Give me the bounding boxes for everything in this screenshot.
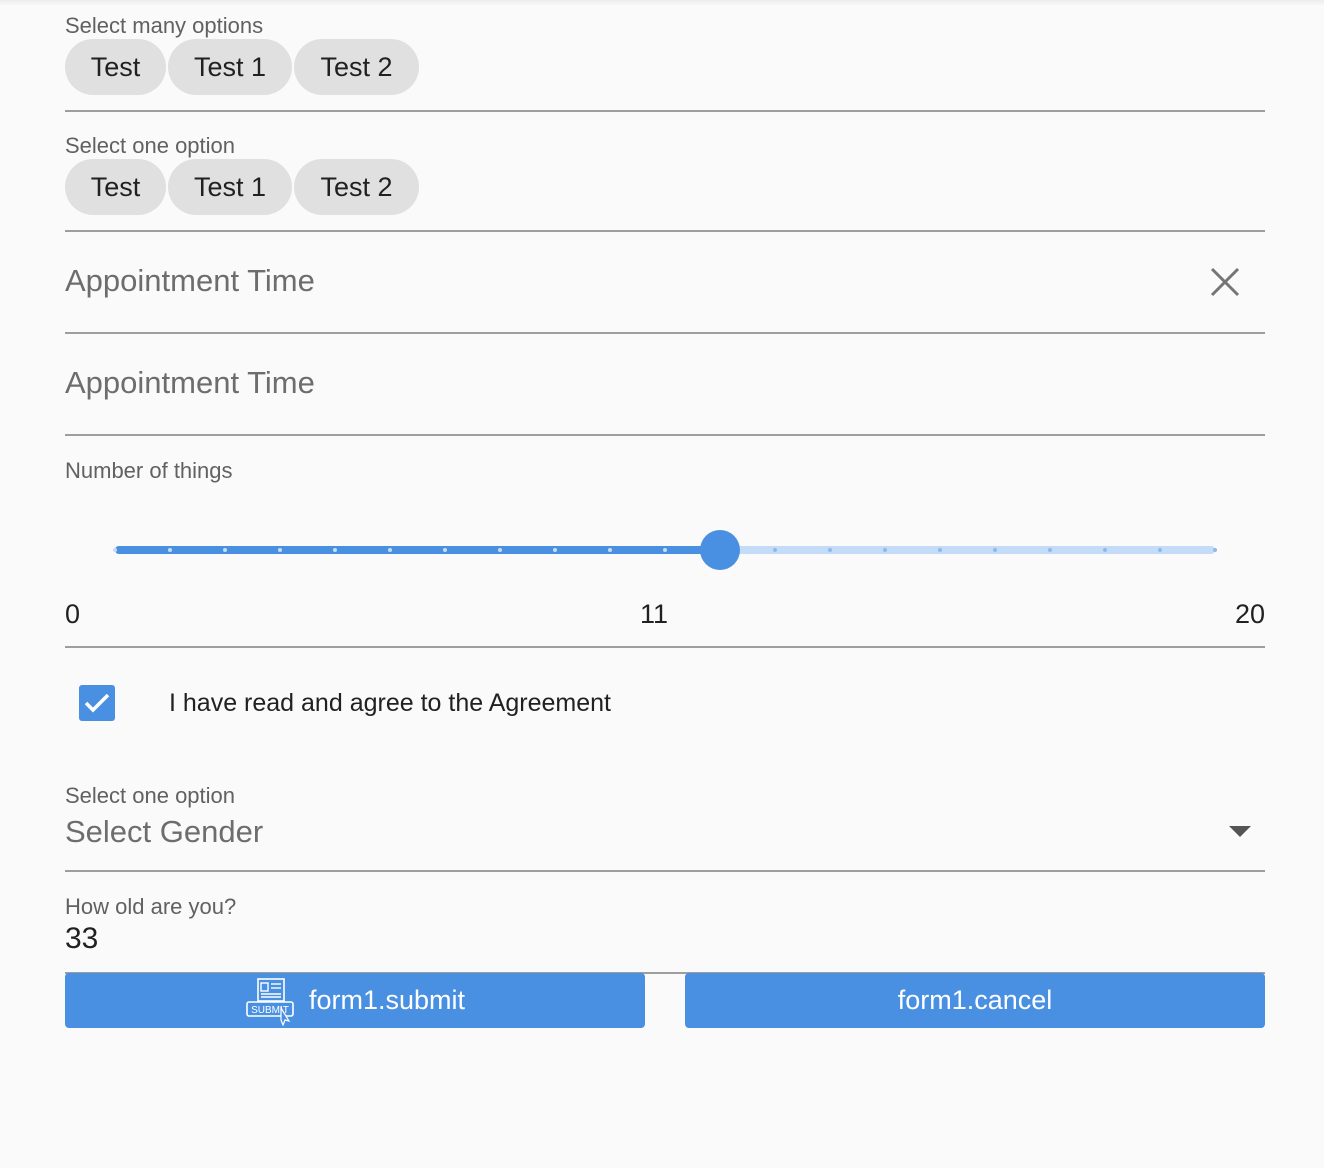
submit-label: form1.submit bbox=[308, 985, 466, 1015]
multi-select-chips: Test Test 1 Test 2 bbox=[65, 39, 419, 95]
number-slider[interactable] bbox=[113, 530, 1217, 570]
slider-tick bbox=[1158, 548, 1162, 552]
slider-tick bbox=[883, 548, 887, 552]
slider-tick bbox=[388, 548, 392, 552]
age-label: How old are you? bbox=[65, 894, 237, 919]
single-select-field: Select one option Test Test 1 Test 2 bbox=[65, 112, 1265, 232]
slider-tick bbox=[938, 548, 942, 552]
multi-select-label: Select many options bbox=[65, 13, 264, 38]
agreement-row: I have read and agree to the Agreement bbox=[65, 648, 1265, 758]
appointment-time-label-1: Appointment Time bbox=[65, 263, 315, 298]
slider-tick bbox=[828, 548, 832, 552]
slider-tick bbox=[1048, 548, 1052, 552]
cancel-label: form1.cancel bbox=[897, 985, 1053, 1015]
multi-chip-test-2[interactable]: Test 2 bbox=[294, 39, 419, 95]
slider-thumb[interactable] bbox=[700, 530, 740, 570]
cancel-button[interactable]: form1.cancel bbox=[685, 973, 1265, 1028]
appointment-time-field-2[interactable]: Appointment Time bbox=[65, 334, 1265, 436]
submit-button[interactable]: SUBMIT form1.submit bbox=[65, 973, 645, 1028]
slider-tick bbox=[443, 548, 447, 552]
slider-value-label: 11 bbox=[640, 599, 669, 629]
multi-chip-test-1[interactable]: Test 1 bbox=[168, 39, 292, 95]
single-chip-test-1[interactable]: Test 1 bbox=[168, 159, 292, 215]
checkmark-icon bbox=[84, 693, 110, 713]
gender-dropdown[interactable]: Select one option Select Gender bbox=[65, 758, 1265, 872]
single-select-label: Select one option bbox=[65, 133, 236, 158]
dropdown-arrow-icon[interactable] bbox=[1229, 826, 1251, 837]
slider-tick bbox=[333, 548, 337, 552]
slider-tick bbox=[278, 548, 282, 552]
slider-tick bbox=[773, 548, 777, 552]
slider-tick bbox=[498, 548, 502, 552]
submit-form-icon: SUBMIT bbox=[246, 977, 294, 1026]
slider-tick bbox=[1213, 548, 1217, 552]
multi-chip-test[interactable]: Test bbox=[65, 39, 166, 95]
agreement-checkbox[interactable] bbox=[79, 685, 115, 721]
slider-tick bbox=[663, 548, 667, 552]
slider-min-label: 0 bbox=[65, 599, 81, 629]
age-input[interactable]: 33 bbox=[65, 922, 98, 956]
single-select-chips: Test Test 1 Test 2 bbox=[65, 159, 419, 215]
agreement-label: I have read and agree to the Agreement bbox=[169, 689, 611, 717]
close-icon[interactable] bbox=[1205, 262, 1245, 302]
multi-select-field: Select many options Test Test 1 Test 2 bbox=[65, 0, 1265, 112]
gender-label: Select one option bbox=[65, 783, 236, 808]
slider-max-label: 20 bbox=[1234, 599, 1265, 629]
age-field[interactable]: How old are you? 33 bbox=[65, 872, 1265, 974]
slider-tick bbox=[553, 548, 557, 552]
slider-tick bbox=[993, 548, 997, 552]
slider-tick bbox=[1103, 548, 1107, 552]
slider-active-track bbox=[115, 546, 720, 554]
appointment-time-field-1[interactable]: Appointment Time bbox=[65, 232, 1265, 334]
gender-value: Select Gender bbox=[65, 814, 264, 849]
slider-field: Number of things 0 11 20 bbox=[65, 436, 1265, 648]
slider-tick bbox=[223, 548, 227, 552]
slider-tick bbox=[608, 548, 612, 552]
slider-label: Number of things bbox=[65, 458, 233, 483]
slider-tick bbox=[113, 548, 117, 552]
single-chip-test-2[interactable]: Test 2 bbox=[294, 159, 419, 215]
slider-tick bbox=[168, 548, 172, 552]
single-chip-test[interactable]: Test bbox=[65, 159, 166, 215]
appointment-time-label-2: Appointment Time bbox=[65, 365, 315, 400]
